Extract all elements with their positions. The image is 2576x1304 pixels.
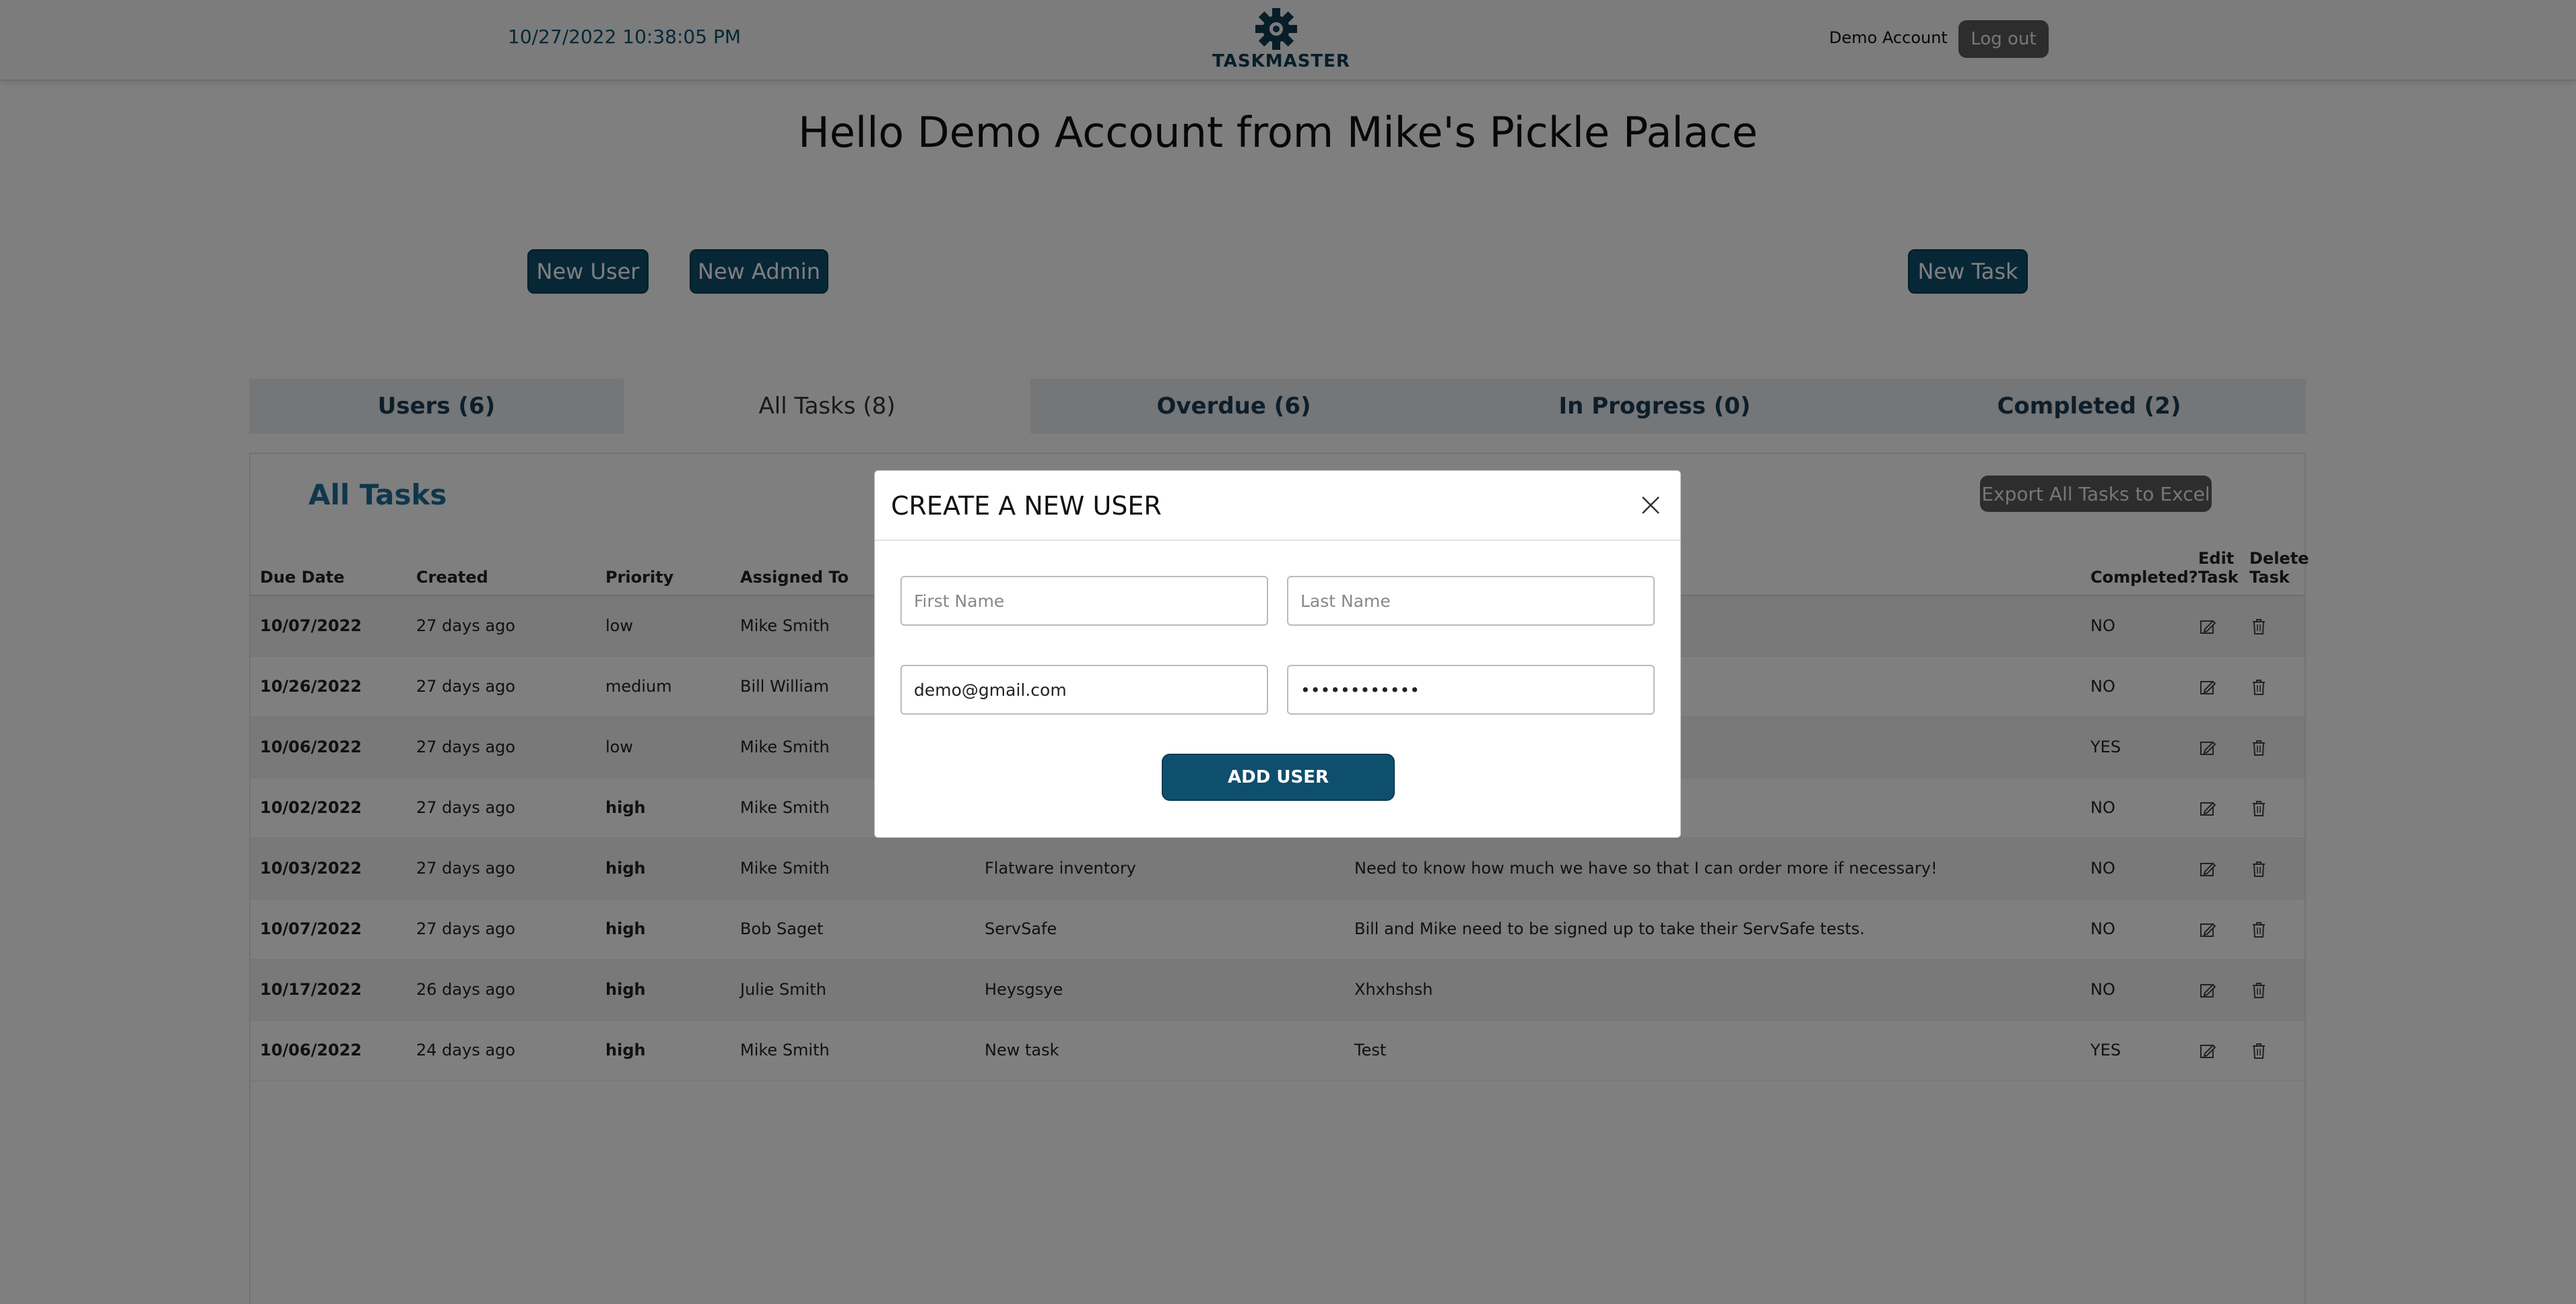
last-name-field[interactable] bbox=[1287, 576, 1655, 626]
add-user-button[interactable]: ADD USER bbox=[1162, 754, 1395, 801]
first-name-field[interactable] bbox=[900, 576, 1268, 626]
email-field[interactable] bbox=[900, 665, 1268, 715]
create-user-modal: CREATE A NEW USER ADD USER bbox=[874, 470, 1681, 838]
password-field[interactable] bbox=[1287, 665, 1655, 715]
close-button[interactable] bbox=[1640, 495, 1661, 517]
close-icon bbox=[1642, 496, 1659, 514]
modal-header: CREATE A NEW USER bbox=[875, 471, 1680, 541]
modal-title: CREATE A NEW USER bbox=[891, 491, 1162, 521]
